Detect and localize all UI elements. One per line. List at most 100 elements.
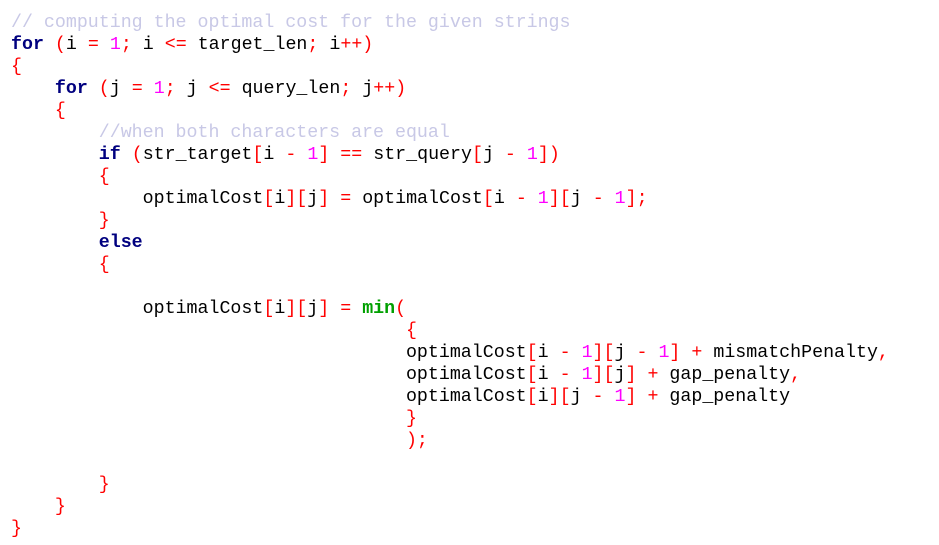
operator-token: {: [11, 57, 22, 77]
identifier-token: j: [307, 299, 319, 319]
operator-token: [: [526, 365, 538, 385]
identifier-token: i: [142, 35, 154, 55]
code-line: // computing the optimal cost for the gi…: [11, 12, 889, 34]
identifier-token: j: [614, 343, 626, 363]
identifier-token: i: [537, 365, 549, 385]
identifier-token: i: [274, 189, 286, 209]
code-line: }: [11, 496, 889, 518]
operator-token: -: [515, 189, 527, 209]
operator-token: }: [11, 519, 22, 539]
operator-token: -: [592, 189, 604, 209]
identifier-token: i: [537, 343, 549, 363]
code-line: );: [11, 430, 889, 452]
operator-token: ];: [625, 189, 648, 209]
operator-token: ]): [537, 145, 560, 165]
operator-token: {: [405, 321, 417, 341]
operator-token: <=: [208, 79, 231, 99]
number-token: 1: [153, 79, 165, 99]
code-line: }: [11, 474, 889, 496]
operator-token: [: [526, 387, 538, 407]
identifier-token: j: [482, 145, 494, 165]
operator-token: +: [647, 365, 659, 385]
operator-token: [: [263, 299, 275, 319]
keyword-token: if: [98, 145, 121, 165]
operator-token: ++): [340, 35, 374, 55]
operator-token: -: [504, 145, 516, 165]
identifier-token: gap_penalty: [669, 365, 791, 385]
identifier-token: optimalCost: [142, 299, 264, 319]
number-token: 1: [526, 145, 538, 165]
code-line: optimalCost[i][j] = optimalCost[i - 1][j…: [11, 188, 889, 210]
identifier-token: j: [362, 79, 374, 99]
code-line: }: [11, 518, 889, 540]
keyword-token: for: [11, 35, 44, 55]
operator-token: ]: [625, 365, 637, 385]
operator-token: ]: [669, 343, 681, 363]
operator-token: (: [98, 79, 110, 99]
code-line: }: [11, 210, 889, 232]
operator-token: [: [471, 145, 483, 165]
identifier-token: query_len: [241, 79, 341, 99]
operator-token: }: [98, 211, 110, 231]
function-token: min: [362, 299, 396, 319]
identifier-token: j: [614, 365, 626, 385]
operator-token: ,: [877, 343, 889, 363]
operator-token: ;: [164, 79, 176, 99]
code-line: {: [11, 254, 889, 276]
operator-token: [: [252, 145, 264, 165]
operator-token: (: [395, 299, 407, 319]
operator-token: <=: [164, 35, 187, 55]
operator-token: {: [98, 167, 110, 187]
operator-token: ++): [373, 79, 407, 99]
operator-token: ][: [548, 387, 571, 407]
code-line: else: [11, 232, 889, 254]
operator-token: (: [131, 145, 143, 165]
code-line: optimalCost[i][j] = min(: [11, 298, 889, 320]
operator-token: =: [340, 299, 352, 319]
identifier-token: mismatchPenalty: [713, 343, 878, 363]
number-token: 1: [537, 189, 549, 209]
code-line: optimalCost[i - 1][j] + gap_penalty,: [11, 364, 889, 386]
operator-token: {: [98, 255, 110, 275]
operator-token: -: [559, 343, 571, 363]
identifier-token: optimalCost: [142, 189, 264, 209]
operator-token: }: [405, 409, 417, 429]
code-line: optimalCost[i][j - 1] + gap_penalty: [11, 386, 889, 408]
code-block: // computing the optimal cost for the gi…: [11, 12, 889, 540]
code-line: {: [11, 100, 889, 122]
number-token: 1: [581, 365, 593, 385]
operator-token: ]: [318, 145, 330, 165]
identifier-token: i: [65, 35, 77, 55]
operator-token: );: [405, 431, 428, 451]
